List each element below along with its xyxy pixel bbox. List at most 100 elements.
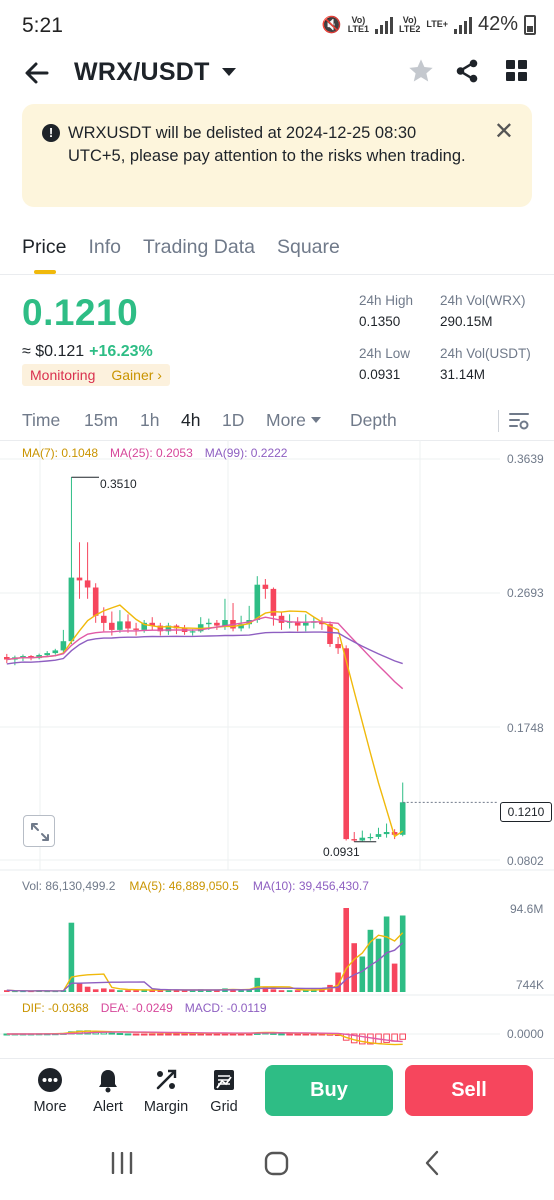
macd-bar (286, 1033, 293, 1036)
candle-body (189, 631, 196, 633)
tf-4h[interactable]: 4h (181, 410, 200, 431)
tf-1d[interactable]: 1D (222, 410, 244, 431)
grid-menu-icon[interactable] (506, 60, 528, 82)
volume-bar (84, 986, 91, 992)
divider (498, 410, 499, 432)
candle-body (399, 802, 406, 835)
candle-body (133, 628, 139, 630)
candle-body (52, 650, 59, 654)
network-3: LTE+ (426, 19, 448, 29)
margin-button[interactable]: Margin (137, 1067, 195, 1115)
fullscreen-expand-button[interactable] (23, 815, 55, 847)
volume-tick-label: 94.6M (510, 902, 544, 916)
bottom-action-bar: More Alert Margin Grid Buy Sell (0, 1058, 554, 1128)
candle-body (76, 577, 83, 581)
chart-settings-icon[interactable] (508, 410, 530, 432)
back-nav-icon[interactable] (424, 1150, 440, 1176)
sell-button[interactable]: Sell (405, 1065, 533, 1116)
candle-body (262, 584, 269, 589)
tf-time[interactable]: Time (22, 410, 60, 431)
chevron-down-icon (310, 417, 321, 423)
grid-button[interactable]: Grid (195, 1067, 253, 1115)
last-price: 0.1210 (22, 292, 139, 333)
stat-value: 0.1350 (359, 314, 401, 329)
close-icon[interactable]: ✕ (494, 120, 514, 144)
home-icon[interactable] (264, 1151, 290, 1177)
signal-icon (375, 16, 394, 34)
alert-info-icon: ! (42, 124, 60, 142)
alert-button[interactable]: Alert (79, 1067, 137, 1115)
tab-info[interactable]: Info (88, 236, 121, 274)
candle-body (92, 587, 99, 616)
candle-body (359, 837, 366, 841)
grid-label: Grid (210, 1099, 238, 1115)
macd-legend: DIF: -0.0368 DEA: -0.0249 MACD: -0.0119 (22, 1001, 267, 1015)
stat-value: 0.0931 (359, 367, 401, 382)
macd-bar (245, 1033, 253, 1036)
gainer-badge[interactable]: Gainer › (103, 364, 170, 386)
candle-body (254, 584, 261, 620)
more-button[interactable]: More (21, 1067, 79, 1115)
candle-body (375, 834, 382, 837)
volume-bar (359, 956, 366, 992)
volume-bar (125, 990, 131, 992)
battery-percent: 42% (477, 13, 518, 35)
candle-body (303, 622, 309, 626)
volume-bar (391, 963, 398, 992)
macd-bar (213, 1033, 221, 1036)
volume-bar (92, 989, 99, 992)
price-chart[interactable] (0, 440, 554, 1058)
tab-trading-data[interactable]: Trading Data (143, 236, 255, 274)
tf-more-label: More (266, 410, 306, 430)
expand-icon (31, 823, 49, 841)
ma25-label: MA(25): 0.2053 (110, 446, 193, 460)
stat-24h-low: 24h Low 0.0931 (359, 346, 410, 382)
more-dots-icon (38, 1068, 62, 1092)
dea-label: DEA: -0.0249 (100, 1001, 173, 1015)
vol-ma5-label: MA(5): 46,889,050.5 (129, 879, 239, 893)
macd-bar (173, 1033, 180, 1036)
status-icons: 🔇 Vo) LTE1 Vo) LTE2 LTE+ 42% (322, 13, 536, 36)
macd-bar (302, 1033, 310, 1036)
ma7-line (6, 604, 404, 838)
tab-price[interactable]: Price (22, 236, 66, 274)
volume-bar (399, 915, 406, 992)
macd-bar (205, 1033, 213, 1036)
pair-dropdown-icon[interactable] (222, 68, 236, 76)
tf-more[interactable]: More (266, 410, 321, 431)
macd-bar (140, 1033, 148, 1036)
back-arrow-icon[interactable] (22, 58, 52, 88)
share-icon[interactable] (454, 58, 480, 84)
stat-label: 24h High (359, 293, 414, 308)
macd-bar (116, 1033, 124, 1035)
recent-apps-icon[interactable] (110, 1152, 134, 1174)
more-label: More (33, 1099, 67, 1115)
buy-button[interactable]: Buy (265, 1065, 393, 1116)
monitoring-badge[interactable]: Monitoring (22, 364, 104, 386)
pair-title[interactable]: WRX/USDT (74, 58, 210, 87)
high-annotation: 0.3510 (100, 477, 137, 491)
macd-label: MACD: -0.0119 (184, 1001, 267, 1015)
candle-body (214, 622, 220, 626)
macd-bar (108, 1032, 116, 1035)
ma99-label: MA(99): 0.2222 (204, 446, 288, 460)
macd-bar (181, 1033, 188, 1036)
macd-bar (165, 1033, 172, 1036)
last-price-tag: 0.1210 (500, 802, 552, 822)
delisting-notice: ! WRXUSDT will be delisted at 2024-12-25… (22, 104, 532, 207)
y-tick-label: 0.0802 (507, 854, 544, 868)
volume-bar (254, 977, 261, 992)
candle-body (335, 644, 341, 649)
price-change: +16.23% (89, 343, 153, 360)
stat-value: 31.14M (440, 367, 486, 382)
price-usd: ≈ $0.121 +16.23% (22, 343, 153, 361)
volume-ma10-line (6, 942, 404, 992)
stat-24h-vol-base: 24h Vol(WRX) 290.15M (440, 293, 526, 329)
favorite-star-icon[interactable] (407, 57, 435, 85)
tf-1h[interactable]: 1h (140, 410, 159, 431)
ma-legend: MA(7): 0.1048 MA(25): 0.2053 MA(99): 0.2… (22, 446, 287, 460)
tf-depth[interactable]: Depth (350, 410, 397, 431)
tab-square[interactable]: Square (277, 236, 340, 274)
vol-label: Vol: 86,130,499.2 (22, 879, 116, 893)
tf-15m[interactable]: 15m (84, 410, 118, 431)
